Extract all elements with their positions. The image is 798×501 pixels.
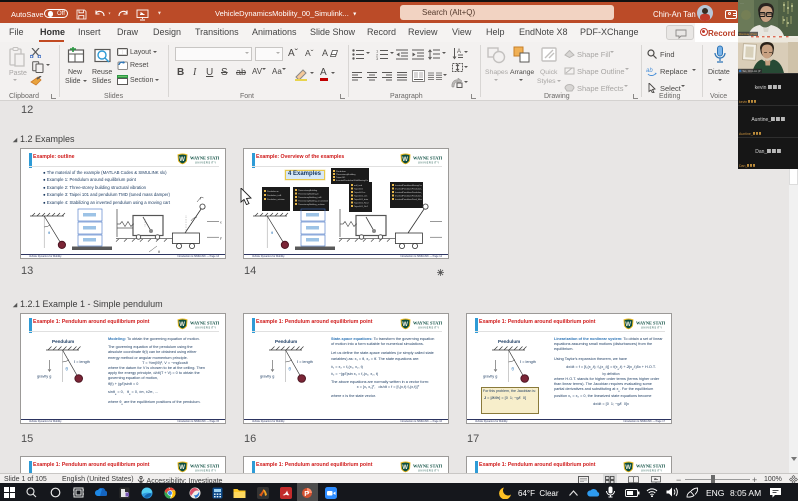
svg-text:Pendulum: Pendulum <box>275 339 297 344</box>
svg-text:····: ···· <box>740 1 744 5</box>
svg-text:θ: θ <box>48 230 51 235</box>
svg-text:gravity g: gravity g <box>37 375 51 379</box>
svg-text:WAYNE STATE: WAYNE STATE <box>636 463 665 468</box>
svg-text:WAYNE STATE: WAYNE STATE <box>190 463 219 468</box>
svg-text:θ: θ <box>512 367 515 372</box>
svg-text:W: W <box>625 465 631 471</box>
svg-text:UNIVERSITY: UNIVERSITY <box>195 468 217 472</box>
svg-text:W: W <box>179 465 185 471</box>
svg-text:ℓ = length: ℓ = length <box>520 360 536 364</box>
svg-text:ab: ab <box>646 68 653 74</box>
svg-text:gravity g: gravity g <box>260 375 274 379</box>
svg-text:x: x <box>220 221 222 225</box>
svg-text:WAYNE STATE: WAYNE STATE <box>413 463 442 468</box>
svg-text:ℓ = length: ℓ = length <box>297 360 313 364</box>
svg-text:P: P <box>304 489 309 498</box>
svg-text:ℓ = length: ℓ = length <box>74 360 90 364</box>
svg-text:θ: θ <box>66 367 69 372</box>
svg-text:Pendulum: Pendulum <box>498 339 520 344</box>
svg-text:3: 3 <box>376 56 379 60</box>
svg-text:UNIVERSITY: UNIVERSITY <box>641 468 663 472</box>
svg-text:gravity g: gravity g <box>483 375 497 379</box>
svg-text:UNIVERSITY: UNIVERSITY <box>418 468 440 472</box>
svg-text:Pendulum: Pendulum <box>52 339 74 344</box>
svg-text:θ: θ <box>271 230 274 235</box>
svg-text:A: A <box>457 49 461 55</box>
svg-text:θ: θ <box>289 367 292 372</box>
svg-text:W: W <box>402 465 408 471</box>
svg-text:y: y <box>220 236 222 240</box>
